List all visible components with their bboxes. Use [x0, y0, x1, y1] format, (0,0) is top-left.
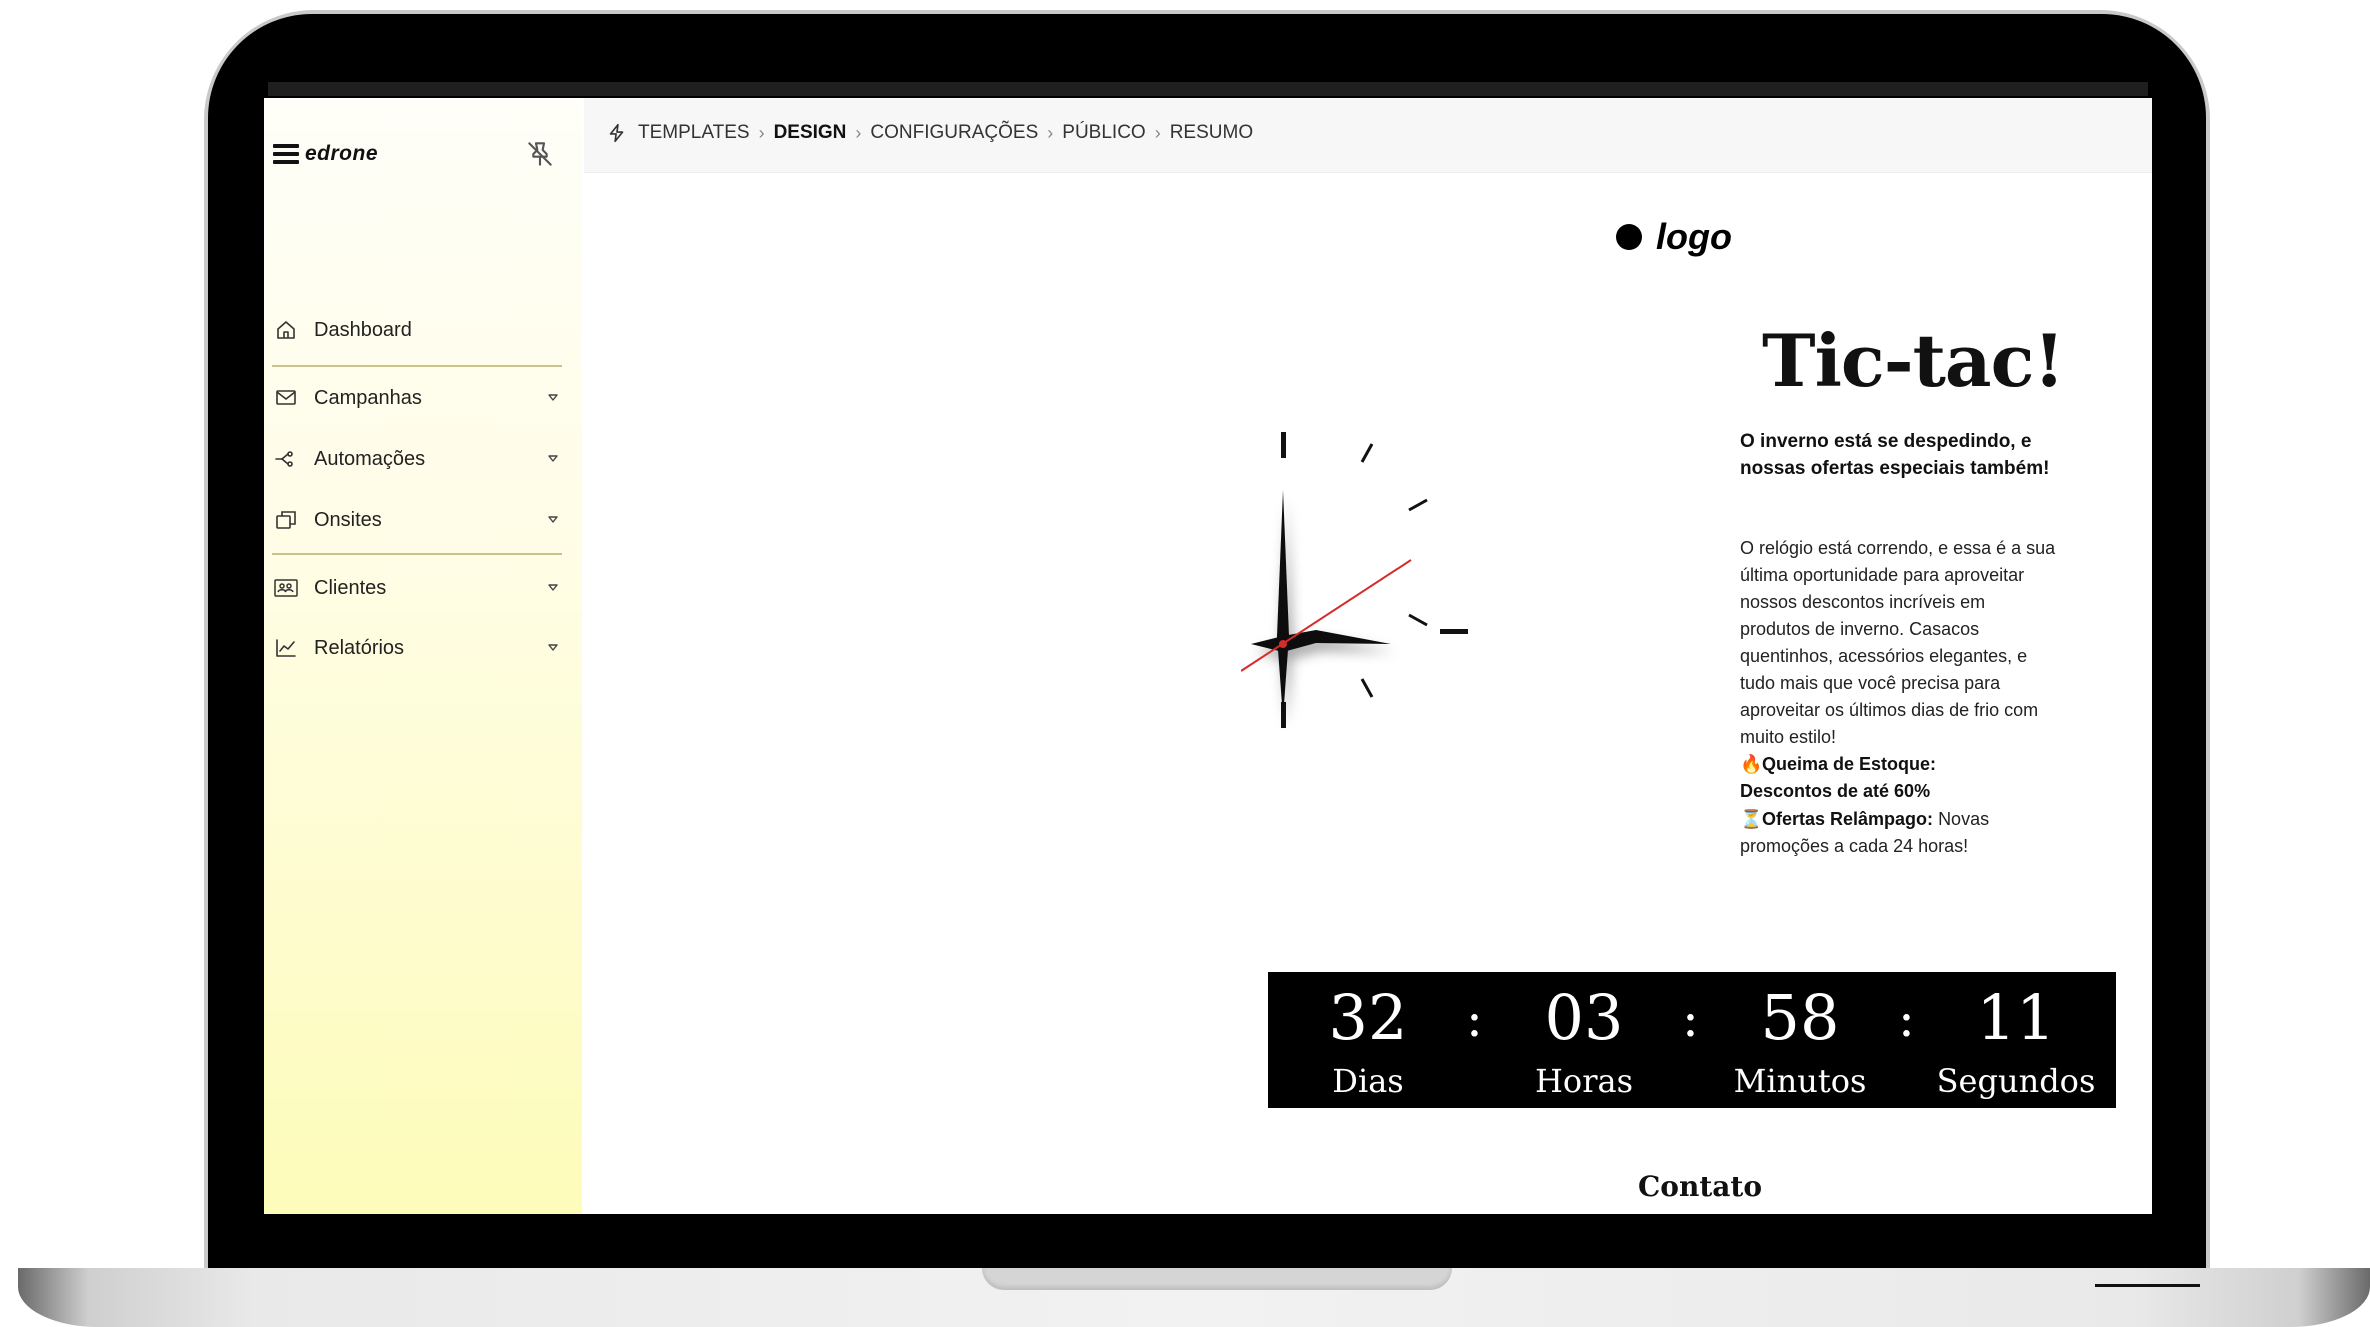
- countdown-separator: :: [1898, 990, 1915, 1048]
- logo-dot: [1616, 224, 1642, 250]
- laptop-base-line: [2095, 1284, 2200, 1287]
- sidebar-item-onsites[interactable]: Onsites: [272, 500, 562, 540]
- chevron-down-icon: [548, 394, 558, 401]
- breadcrumb: TEMPLATES › DESIGN › CONFIGURAÇÕES › PÚB…: [606, 122, 1253, 144]
- countdown-separator: :: [1466, 990, 1483, 1048]
- template-lead-text[interactable]: O inverno está se despedindo, e nossas o…: [1740, 428, 2070, 482]
- breadcrumb-chevron-icon: ›: [1154, 122, 1161, 143]
- countdown-minutes: 58 Minutos: [1715, 972, 1885, 1101]
- chart-icon: [272, 634, 300, 662]
- bolt-icon: [609, 123, 624, 143]
- countdown-value: 11: [1976, 981, 2056, 1054]
- promo-title: Queima de Estoque:: [1762, 754, 1937, 774]
- mail-icon: [272, 384, 300, 412]
- countdown-value: 58: [1760, 981, 1840, 1054]
- home-icon: [272, 316, 300, 344]
- brand[interactable]: edrone: [273, 142, 378, 166]
- template-headline[interactable]: Tic-tac!: [1762, 318, 2065, 403]
- hamburger-menu-icon[interactable]: [273, 144, 299, 164]
- sidebar-divider: [272, 365, 562, 367]
- chevron-down-icon: [548, 644, 558, 651]
- logo-text: logo: [1656, 216, 1732, 257]
- sidebar: edrone Dashboard Campanhas Automações On…: [264, 98, 582, 1214]
- sidebar-item-label: Clientes: [314, 576, 387, 599]
- laptop-top-strip: [268, 82, 2148, 96]
- top-bar: TEMPLATES › DESIGN › CONFIGURAÇÕES › PÚB…: [584, 98, 2152, 173]
- window-icon: [272, 506, 300, 534]
- countdown-hours: 03 Horas: [1499, 972, 1669, 1101]
- chevron-down-icon: [548, 516, 558, 523]
- countdown-days: 32 Dias: [1283, 972, 1453, 1101]
- sidebar-divider: [272, 553, 562, 555]
- laptop-base-notch: [982, 1268, 1452, 1290]
- breadcrumb-design[interactable]: DESIGN: [774, 122, 847, 144]
- countdown-label: Dias: [1332, 1062, 1404, 1100]
- brand-name: edrone: [305, 142, 379, 165]
- countdown-timer[interactable]: 32 Dias : 03 Horas : 58 Minutos : 11 Seg…: [1268, 972, 2116, 1108]
- contacts-icon: [272, 574, 300, 602]
- countdown-label: Minutos: [1733, 1062, 1867, 1100]
- promo-text: Descontos de até 60%: [1740, 781, 1931, 801]
- countdown-value: 32: [1328, 981, 1408, 1054]
- countdown-label: Segundos: [1936, 1062, 2096, 1100]
- unpin-icon[interactable]: [524, 138, 556, 170]
- sidebar-item-label: Campanhas: [314, 386, 422, 409]
- breadcrumb-chevron-icon: ›: [758, 122, 765, 143]
- promo-stock-clearance[interactable]: 🔥Queima de Estoque: Descontos de até 60%: [1740, 751, 2070, 805]
- sidebar-item-label: Dashboard: [314, 318, 412, 341]
- breadcrumb-templates[interactable]: TEMPLATES: [638, 122, 750, 144]
- contact-heading[interactable]: Contato: [1638, 1170, 1762, 1203]
- breadcrumb-configuracoes[interactable]: CONFIGURAÇÕES: [870, 122, 1038, 144]
- sidebar-item-label: Onsites: [314, 508, 382, 531]
- breadcrumb-chevron-icon: ›: [855, 122, 862, 143]
- countdown-separator: :: [1682, 990, 1699, 1048]
- sidebar-item-clientes[interactable]: Clientes: [272, 568, 562, 608]
- countdown-label: Horas: [1535, 1062, 1633, 1100]
- countdown-seconds: 11 Segundos: [1931, 972, 2101, 1101]
- clock-image[interactable]: [1241, 316, 1551, 776]
- promo-title: Ofertas Relâmpago:: [1762, 809, 1934, 829]
- breadcrumb-publico[interactable]: PÚBLICO: [1062, 122, 1145, 144]
- breadcrumb-chevron-icon: ›: [1047, 122, 1054, 143]
- breadcrumb-resumo[interactable]: RESUMO: [1170, 122, 1253, 144]
- template-logo[interactable]: logo: [1616, 216, 1732, 258]
- chevron-down-icon: [548, 584, 558, 591]
- sidebar-item-relatorios[interactable]: Relatórios: [272, 628, 562, 668]
- sidebar-item-automacoes[interactable]: Automações: [272, 439, 562, 479]
- automation-icon: [272, 445, 300, 473]
- sidebar-item-label: Relatórios: [314, 636, 405, 659]
- template-body-text[interactable]: O relógio está correndo, e essa é a sua …: [1740, 535, 2060, 751]
- sidebar-item-campanhas[interactable]: Campanhas: [272, 378, 562, 418]
- sidebar-item-dashboard[interactable]: Dashboard: [272, 310, 562, 350]
- promo-flash-offers[interactable]: ⏳Ofertas Relâmpago: Novas promoções a ca…: [1740, 806, 2070, 860]
- countdown-value: 03: [1544, 981, 1624, 1054]
- fire-icon: 🔥: [1740, 754, 1763, 774]
- chevron-down-icon: [548, 455, 558, 462]
- sidebar-item-label: Automações: [314, 447, 426, 470]
- hourglass-icon: ⏳: [1740, 809, 1763, 829]
- app-screen: edrone Dashboard Campanhas Automações On…: [264, 98, 2152, 1214]
